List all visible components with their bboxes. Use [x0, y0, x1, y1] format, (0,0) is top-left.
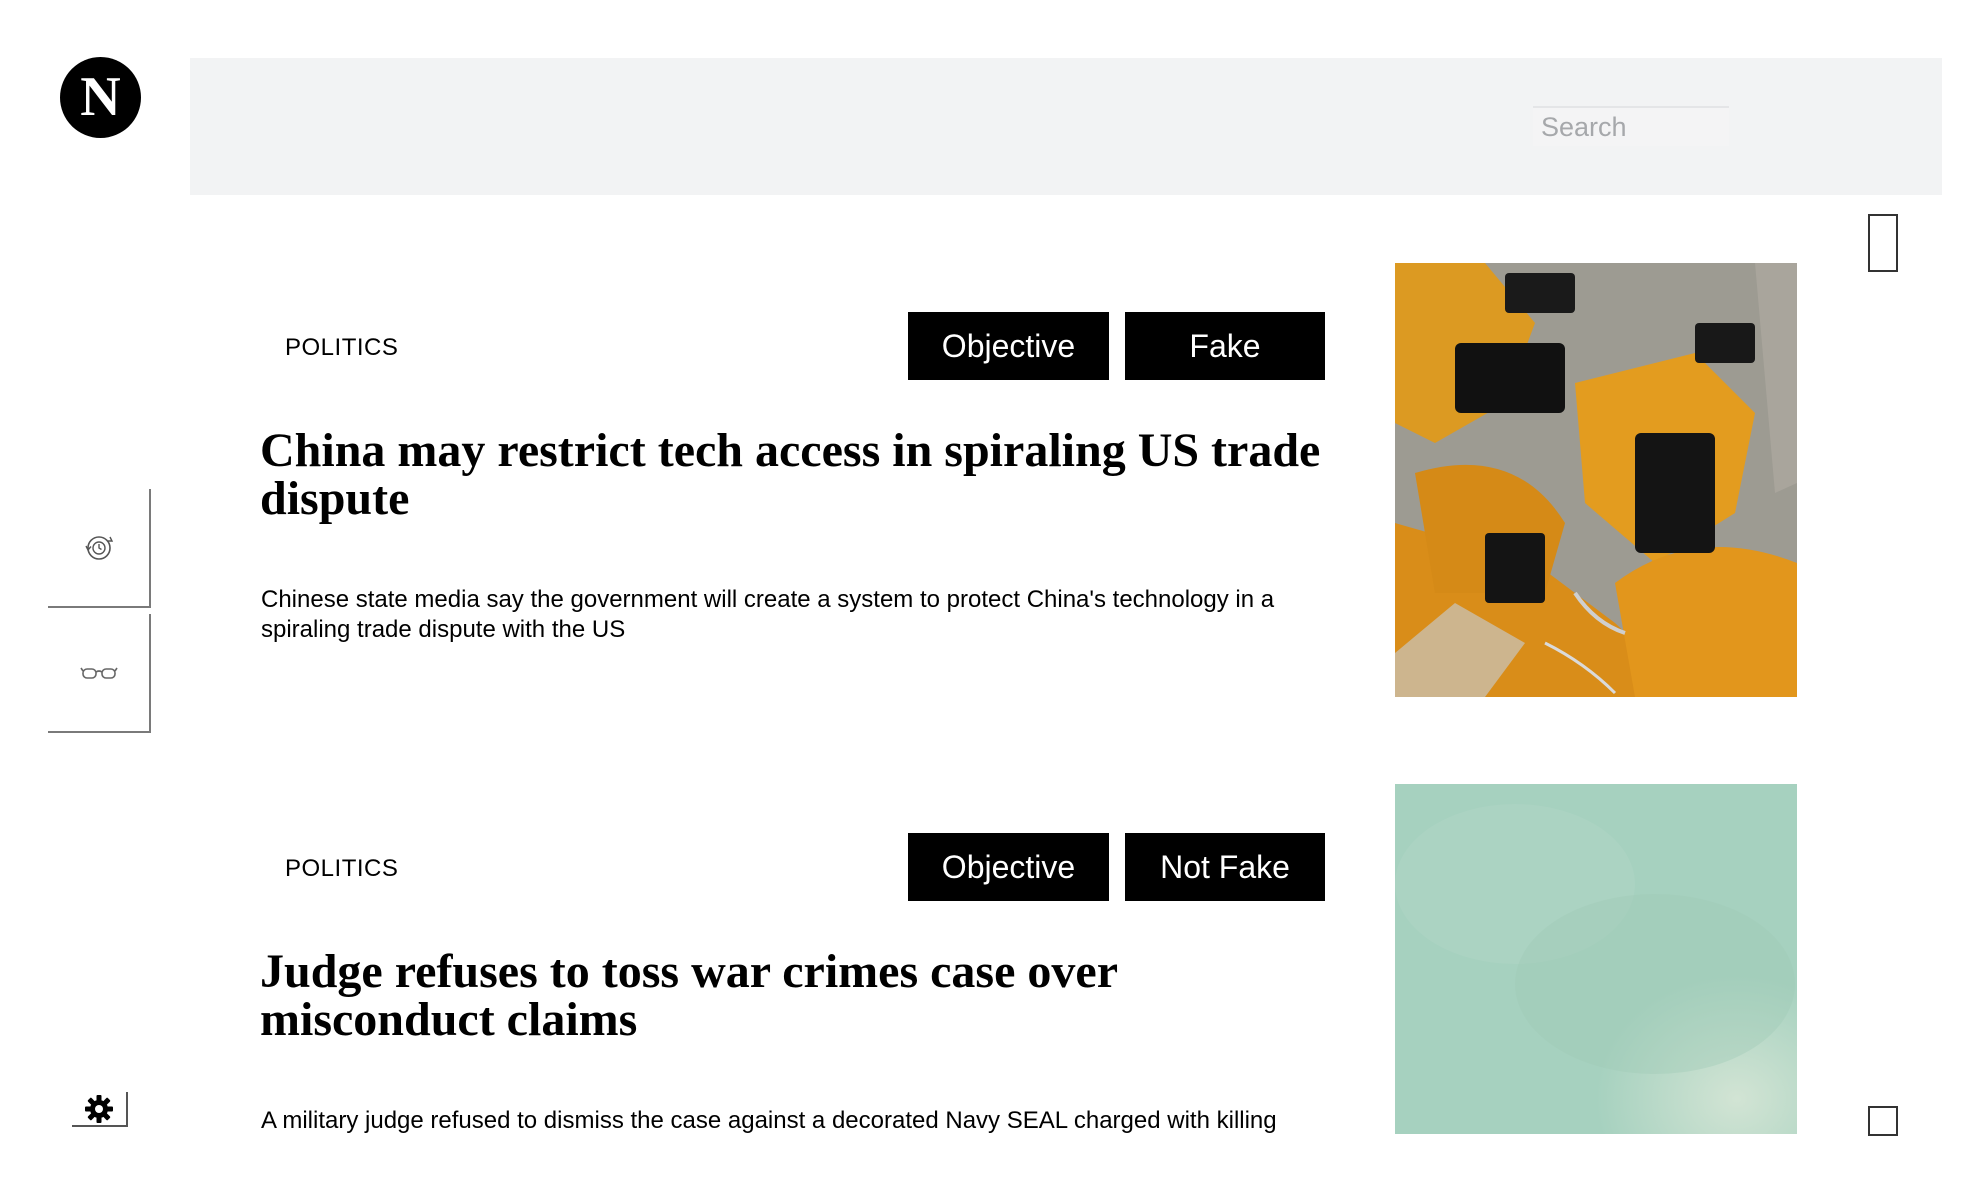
tag-not-fake[interactable]: Not Fake [1125, 833, 1325, 901]
tag-objective[interactable]: Objective [908, 833, 1109, 901]
tag-objective[interactable]: Objective [908, 312, 1109, 380]
glasses-icon [79, 667, 118, 679]
header-bar [190, 58, 1942, 195]
industrial-robot-arms-photo [1395, 263, 1797, 697]
pale-green-photo [1395, 784, 1797, 1134]
history-button[interactable] [48, 489, 151, 608]
article-summary: A military judge refused to dismiss the … [261, 1107, 1277, 1134]
article-headline[interactable]: Judge refuses to toss war crimes case ov… [260, 948, 1350, 1044]
reading-mode-button[interactable] [48, 614, 151, 733]
select-article-2-checkbox[interactable] [1868, 1106, 1898, 1136]
site-logo[interactable]: N [60, 57, 141, 138]
settings-button[interactable] [72, 1092, 128, 1127]
select-article-1-checkbox[interactable] [1868, 214, 1898, 272]
article-category: POLITICS [285, 855, 399, 882]
article-summary: Chinese state media say the government w… [261, 586, 1275, 643]
article-thumbnail[interactable] [1395, 263, 1797, 697]
article-thumbnail[interactable] [1395, 784, 1797, 1134]
gear-icon [85, 1094, 113, 1123]
tag-fake[interactable]: Fake [1125, 312, 1325, 380]
article-category: POLITICS [285, 334, 399, 361]
search-input[interactable] [1533, 106, 1729, 146]
article-headline[interactable]: China may restrict tech access in spiral… [260, 427, 1350, 523]
history-icon [84, 535, 113, 560]
page: N Search POLITICS Objective Fake China m… [0, 0, 1986, 1194]
